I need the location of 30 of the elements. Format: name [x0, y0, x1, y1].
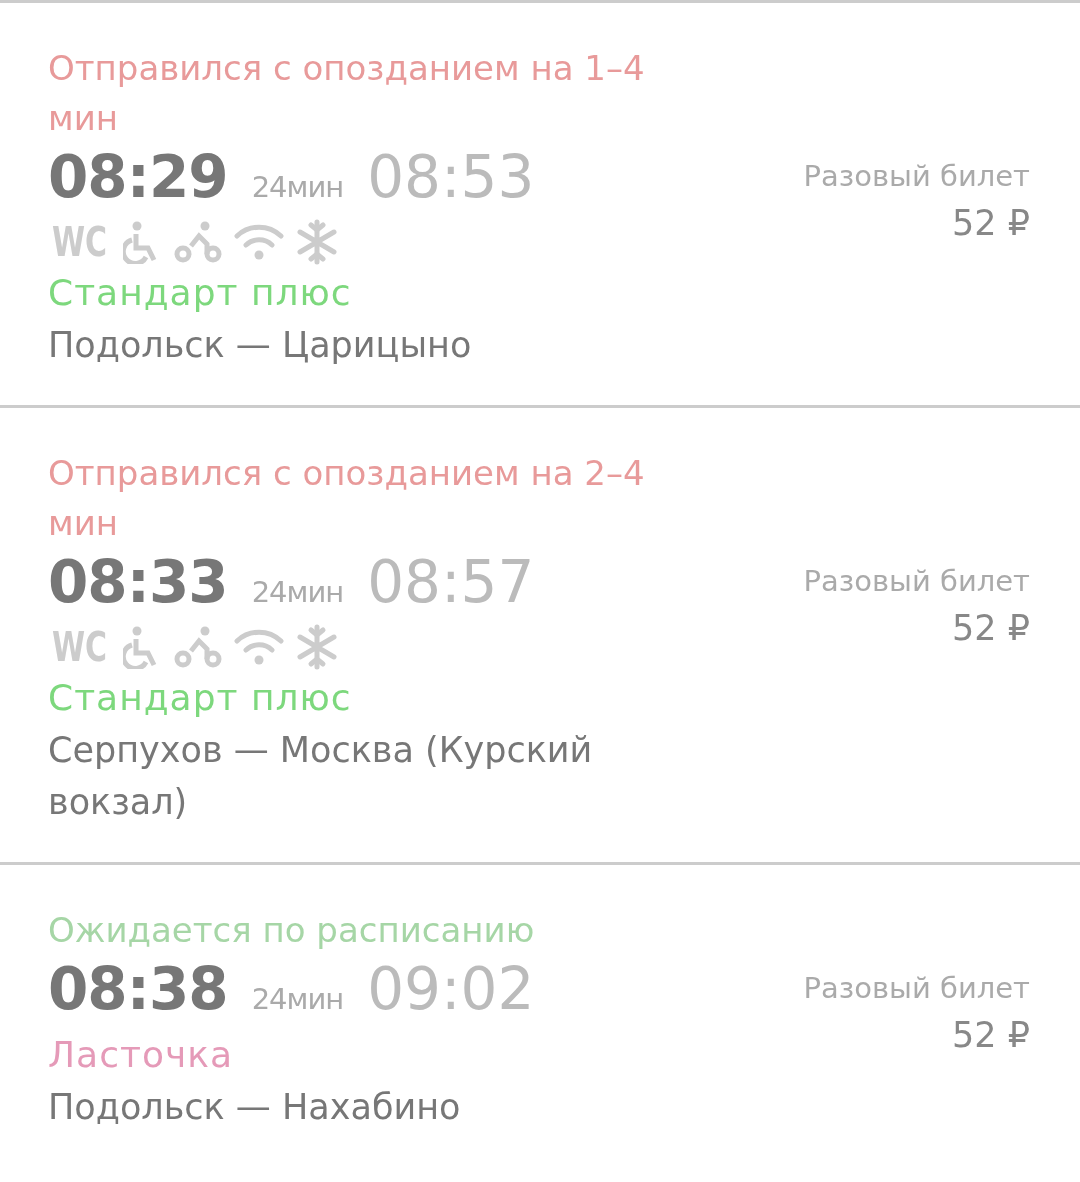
route-text: Серпухов — Москва (Курский вокзал) [48, 729, 594, 824]
route-text: Подольск — Нахабино [48, 1086, 462, 1129]
duration: 24мин [251, 982, 344, 1016]
departure-time: 08:33 [48, 548, 228, 616]
ticket-price: 52 ₽ [951, 202, 1030, 245]
route-text: Подольск — Царицыно [48, 324, 473, 367]
duration: 24мин [251, 170, 344, 204]
arrival-time: 09:02 [367, 955, 535, 1023]
ticket-price: 52 ₽ [951, 607, 1030, 650]
status-text: Ожидается по расписанию [48, 909, 536, 952]
snowflake-icon [295, 219, 340, 265]
wifi-icon [233, 222, 286, 262]
bicycle-icon [173, 220, 224, 264]
departure-time: 08:38 [48, 955, 228, 1023]
arrival-time: 08:57 [367, 548, 535, 616]
train-type: Стандарт плюс [48, 271, 353, 315]
status-text: Отправился с опозданием на 1–4 мин [48, 47, 646, 140]
train-type: Ласточка [48, 1033, 234, 1077]
ticket-price: 52 ₽ [951, 1014, 1030, 1057]
ticket-label: Разовый билет [803, 563, 1030, 600]
ticket-label: Разовый билет [803, 970, 1030, 1007]
arrival-time: 08:53 [367, 143, 535, 211]
snowflake-icon [295, 624, 340, 670]
status-text: Отправился с опозданием на 2–4 мин [48, 452, 646, 545]
duration: 24мин [251, 575, 344, 609]
departure-time: 08:29 [48, 143, 228, 211]
ticket-label: Разовый билет [803, 158, 1030, 195]
bicycle-icon [173, 625, 224, 669]
wifi-icon [233, 627, 286, 667]
train-type: Стандарт плюс [48, 676, 353, 720]
